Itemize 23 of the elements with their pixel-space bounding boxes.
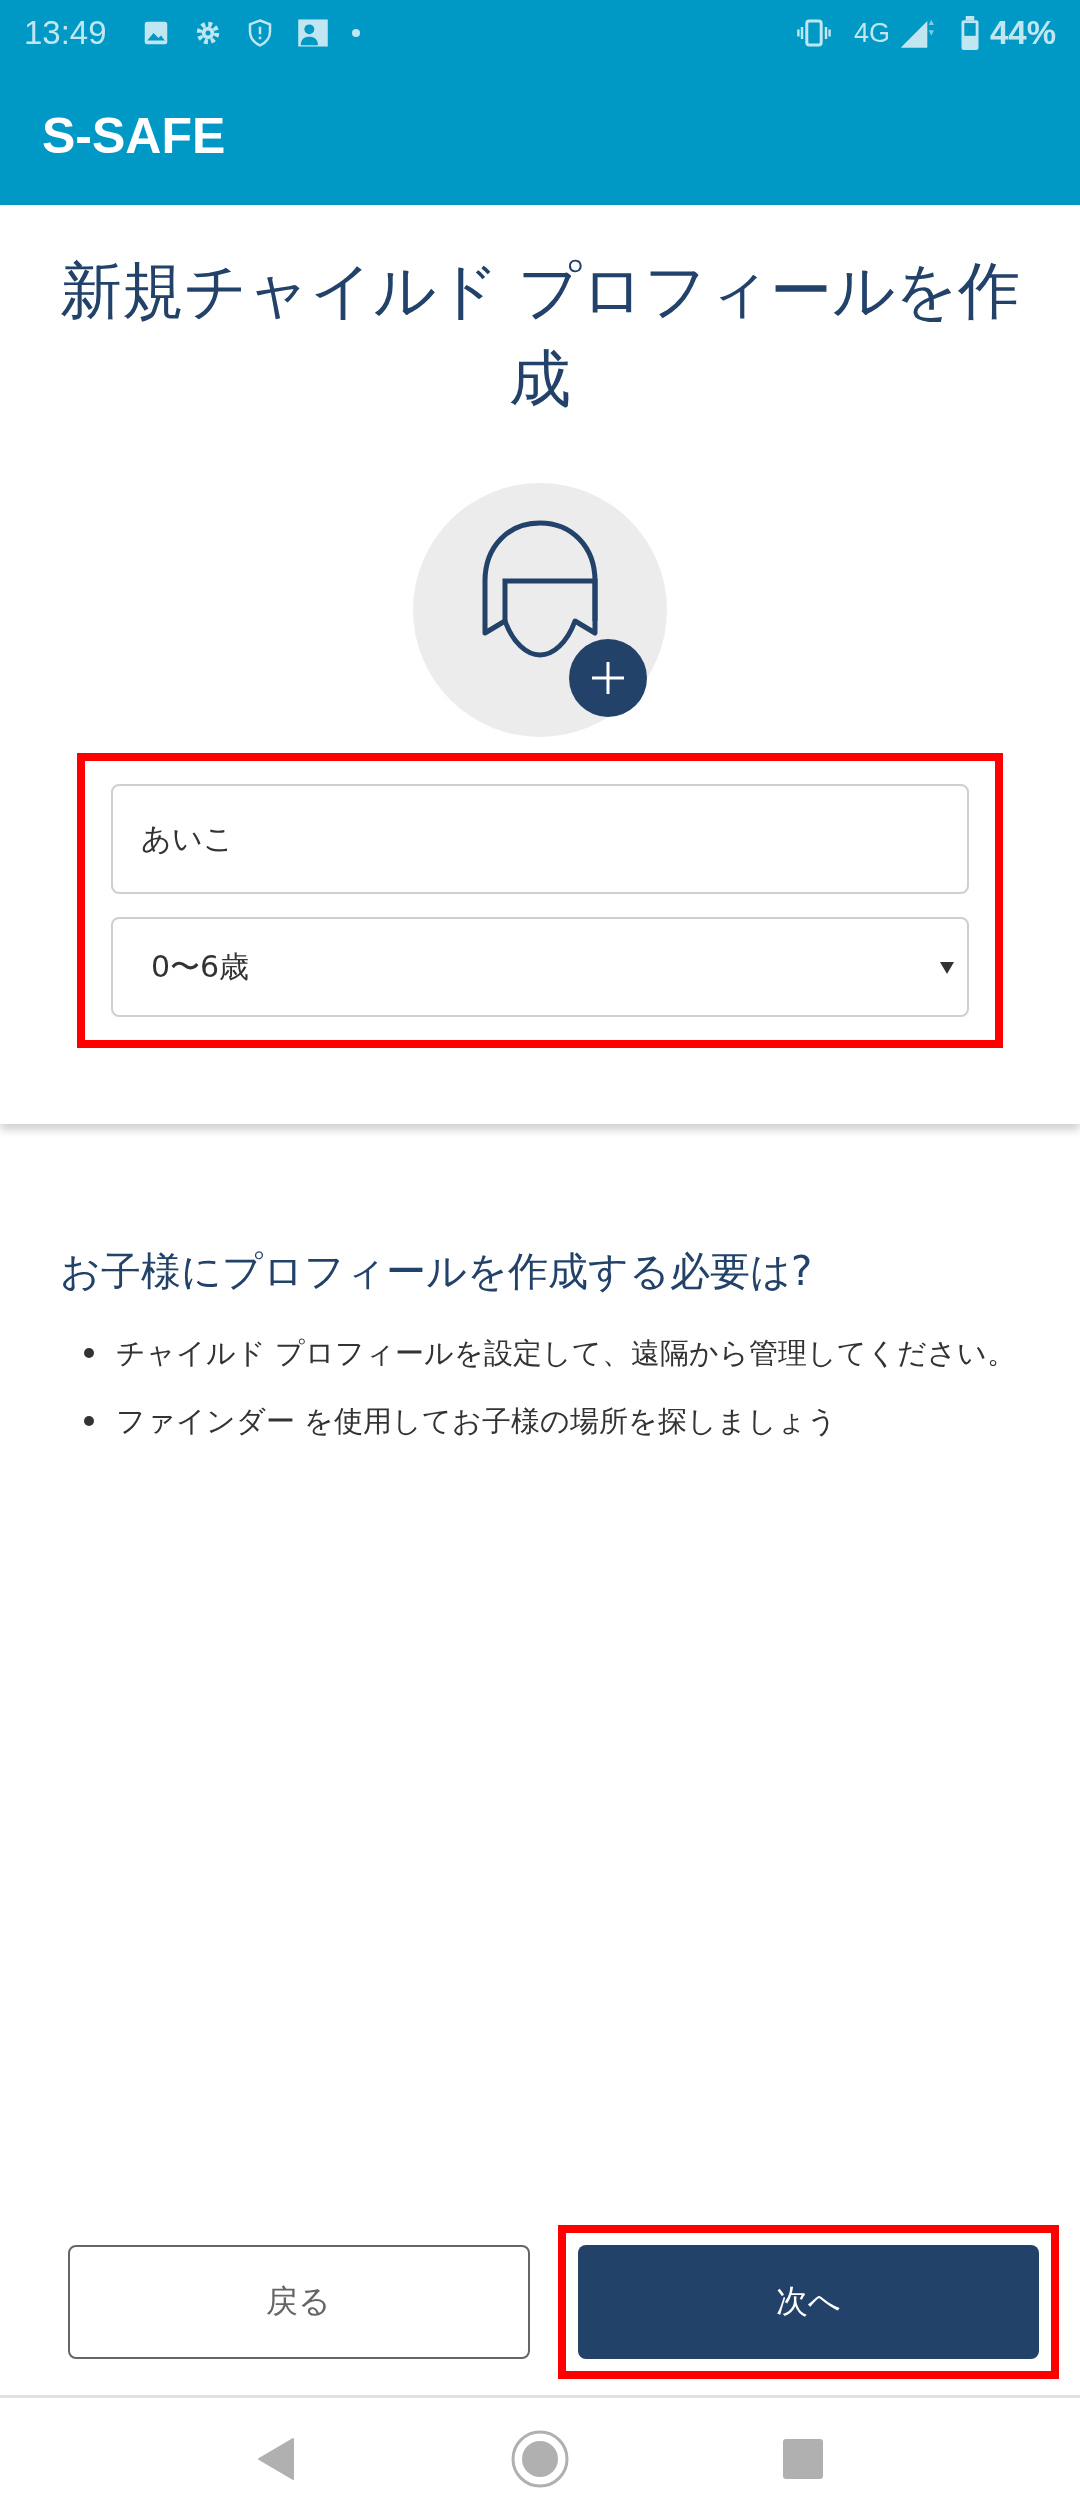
home-icon[interactable] <box>511 2430 569 2488</box>
contact-card-icon <box>296 18 329 48</box>
battery-percentage: 44% <box>989 14 1056 52</box>
name-field[interactable]: あいこ <box>111 784 969 894</box>
page-title: 新規チャイルド プロフィールを作成 <box>58 253 1022 417</box>
clock: 13:49 <box>24 14 107 52</box>
section-heading: お子様にプロフィールを作成する必要は? <box>60 1247 814 1296</box>
back-icon[interactable] <box>257 2437 297 2481</box>
bullet-icon <box>84 1348 94 1358</box>
bullet-text: ファインダー を使用してお子様の場所を探しましょう <box>116 1403 838 1440</box>
age-value: 0〜6歳 <box>151 947 250 986</box>
battery-icon <box>959 16 980 50</box>
dot-icon <box>350 28 361 38</box>
network-type: 4G <box>853 17 890 49</box>
vibrate-icon <box>795 18 832 48</box>
back-button[interactable]: 戻る <box>68 2245 530 2359</box>
bullet-text: チャイルド プロフィールを設定して、遠隔から管理してください。 <box>116 1335 1017 1372</box>
avatar-placeholder-icon <box>413 483 667 737</box>
bullet-icon <box>84 1416 94 1426</box>
dropdown-arrow-icon <box>939 959 955 975</box>
app-title: S-SAFE <box>42 106 226 165</box>
next-button[interactable]: 次へ <box>577 2245 1039 2359</box>
age-dropdown[interactable]: 0〜6歳 <box>111 917 969 1017</box>
